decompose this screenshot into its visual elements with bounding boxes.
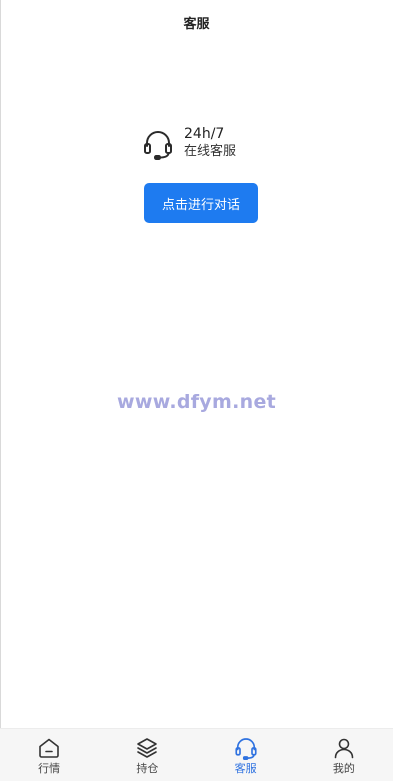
home-icon [39,738,59,758]
layers-icon [137,738,158,758]
page-title: 客服 [183,16,210,32]
tab-customer-service-label: 客服 [234,762,257,775]
headset-icon [144,130,172,160]
tab-profile-label: 我的 [332,762,355,775]
support-texts: 24h/7 在线客服 [184,126,236,161]
tab-positions-label: 持仓 [136,762,159,775]
page-header: 客服 [0,0,393,44]
user-icon [334,738,354,759]
bottom-tab-bar: 行情 持仓 客服 我的 [0,728,393,781]
tab-market[interactable]: 行情 [0,729,98,781]
start-chat-button[interactable]: 点击进行对话 [144,183,258,223]
support-description: 在线客服 [184,144,237,159]
watermark: www.dfym.net [116,391,277,413]
support-hours: 24h/7 [184,126,225,142]
headset-icon [235,738,257,760]
tab-positions[interactable]: 持仓 [98,729,196,781]
tab-profile[interactable]: 我的 [295,729,393,781]
tab-market-label: 行情 [38,762,61,775]
support-info: 24h/7 在线客服 [142,126,236,161]
tab-customer-service[interactable]: 客服 [197,729,295,781]
